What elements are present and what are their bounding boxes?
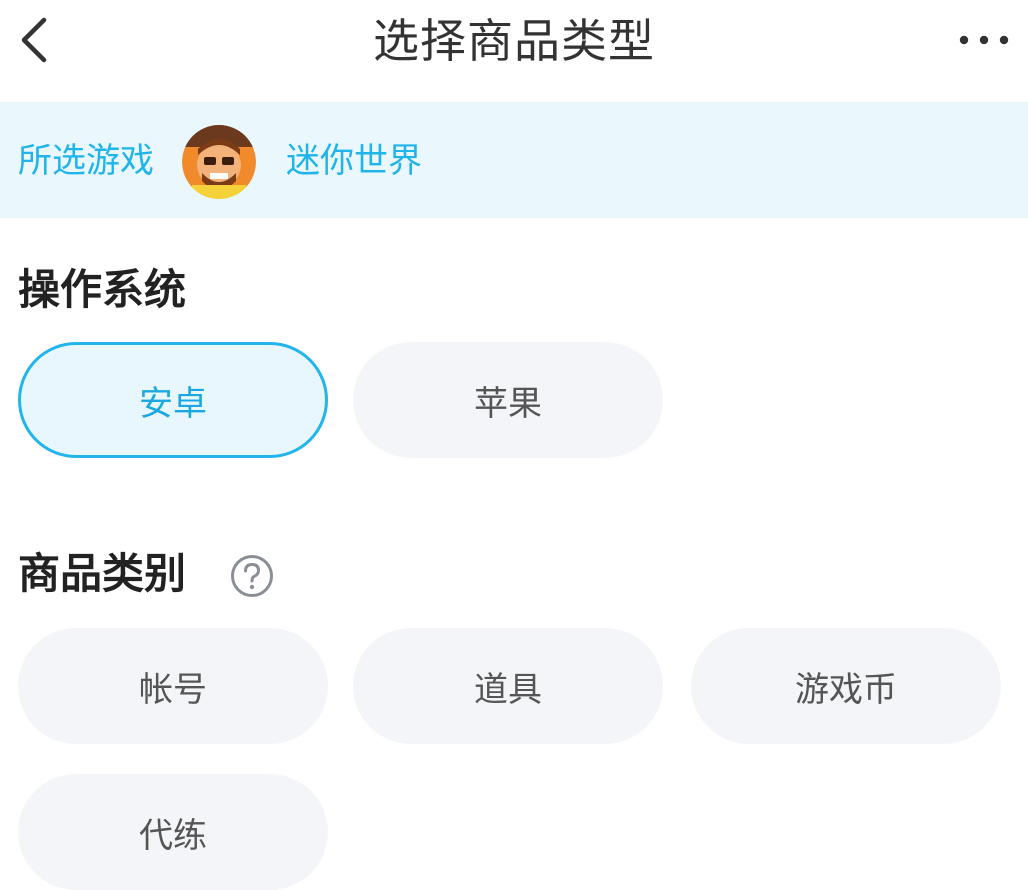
category-option-label: 代练: [139, 815, 207, 856]
question-circle-icon: [231, 555, 273, 597]
os-option-label: 安卓: [139, 383, 207, 424]
selected-game-label: 所选游戏: [18, 141, 154, 181]
os-section-title: 操作系统: [18, 265, 187, 314]
more-options-button[interactable]: [954, 18, 1014, 62]
help-button[interactable]: [230, 554, 274, 598]
os-option-label: 苹果: [474, 383, 542, 424]
category-option-label: 帐号: [139, 669, 207, 710]
more-horizontal-icon: [959, 35, 1009, 45]
category-option-label: 道具: [474, 669, 542, 710]
category-option-label: 游戏币: [795, 669, 897, 710]
category-option-item[interactable]: 道具: [353, 628, 663, 744]
game-name: 迷你世界: [286, 141, 422, 181]
category-section-title: 商品类别: [18, 549, 187, 598]
category-option-boosting[interactable]: 代练: [18, 774, 328, 890]
game-avatar: [182, 125, 256, 199]
os-option-ios[interactable]: 苹果: [353, 342, 663, 458]
top-nav-bar: 选择商品类型: [0, 0, 1028, 102]
selected-game-bar[interactable]: 所选游戏 迷你世界: [0, 102, 1028, 218]
category-option-game-currency[interactable]: 游戏币: [691, 628, 1001, 744]
os-option-android[interactable]: 安卓: [18, 342, 328, 458]
category-option-account[interactable]: 帐号: [18, 628, 328, 744]
page-title: 选择商品类型: [373, 14, 655, 68]
